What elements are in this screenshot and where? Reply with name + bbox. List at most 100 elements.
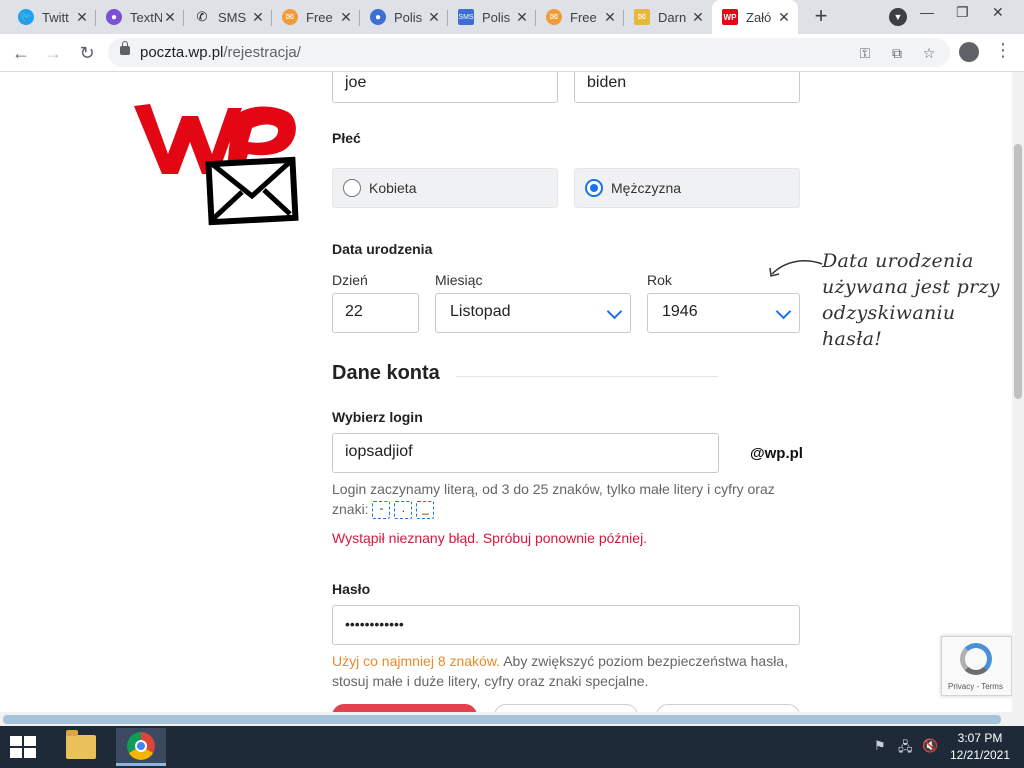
- password-hint: Użyj co najmniej 8 znaków. Aby zwiększyć…: [332, 653, 788, 689]
- taskbar: ⚑ 🖧 🔇 3:07 PM 12/21/2021: [0, 726, 1024, 768]
- close-icon[interactable]: ✕: [250, 9, 266, 25]
- flag-icon[interactable]: ⚑: [874, 738, 886, 754]
- strength-button-2[interactable]: [494, 704, 638, 712]
- vertical-scrollbar[interactable]: [1012, 72, 1024, 712]
- day-input[interactable]: 22: [332, 293, 419, 333]
- phone-icon: ✆: [196, 9, 208, 24]
- back-icon[interactable]: ←: [10, 42, 32, 64]
- envelope-icon: ✉: [634, 9, 650, 25]
- profile-avatar-icon[interactable]: [959, 42, 979, 62]
- chrome-icon[interactable]: [116, 728, 166, 766]
- login-domain: @wp.pl: [750, 445, 803, 462]
- tab-free-1[interactable]: ✉ Free ✕: [272, 2, 360, 32]
- strength-button-1[interactable]: [332, 704, 477, 712]
- tab-strip: 🐦 Twitt ✕ ● TextN ✕ ✆ SMS ✕ ✉ Free ✕ ● P…: [0, 0, 1024, 34]
- mail-icon: ✉: [546, 9, 562, 25]
- close-icon[interactable]: ✕: [162, 9, 178, 25]
- close-icon[interactable]: ✕: [776, 9, 792, 25]
- birth-date-label: Data urodzenia: [332, 241, 433, 257]
- new-tab-button[interactable]: +: [810, 5, 832, 28]
- url-text: poczta.wp.pl/rejestracja/: [140, 44, 301, 61]
- lock-icon: [120, 41, 130, 55]
- window-close-icon[interactable]: ✕: [992, 4, 1004, 21]
- forward-icon[interactable]: →: [42, 42, 64, 64]
- login-hint: Login zaczynamy literą, od 3 do 25 znakó…: [332, 479, 775, 520]
- wp-icon: WP: [722, 9, 738, 25]
- file-explorer-icon[interactable]: [56, 728, 106, 766]
- tab-label: Załó: [746, 9, 772, 25]
- horizontal-scrollbar[interactable]: [0, 712, 1024, 726]
- menu-dots-icon[interactable]: ⋮: [994, 40, 1012, 61]
- tab-label: Twitt: [42, 9, 69, 25]
- gender-label: Płeć: [332, 130, 361, 146]
- clock[interactable]: 3:07 PM 12/21/2021: [940, 730, 1020, 764]
- char-chip-dash: -: [372, 501, 391, 520]
- strength-button-3[interactable]: [656, 704, 800, 712]
- twitter-icon: 🐦: [18, 9, 34, 25]
- tab-search-icon[interactable]: ▼: [889, 8, 907, 26]
- tab-polis-1[interactable]: ● Polis ✕: [360, 2, 448, 32]
- tab-label: Polis: [482, 9, 511, 25]
- first-name-input[interactable]: joe: [332, 72, 558, 103]
- volume-muted-icon[interactable]: 🔇: [922, 738, 938, 754]
- tab-wp-register[interactable]: WP Załó ✕: [712, 0, 798, 34]
- page-content: joe biden Płeć Kobieta Mężczyzna Data ur…: [0, 72, 1012, 712]
- char-chip-dot: .: [394, 501, 413, 520]
- key-icon[interactable]: ⚿: [856, 44, 874, 62]
- login-label: Wybierz login: [332, 409, 423, 425]
- close-icon[interactable]: ✕: [690, 9, 706, 25]
- tab-darn[interactable]: ✉ Darn ✕: [624, 2, 712, 32]
- tab-label: Polis: [394, 9, 423, 25]
- hscrollbar-thumb[interactable]: [3, 715, 1001, 724]
- recaptcha-badge[interactable]: Privacy - Terms: [941, 636, 1012, 696]
- chat-icon: ●: [370, 9, 386, 25]
- tab-label: Darn: [658, 9, 687, 25]
- radio-selected-icon[interactable]: [585, 179, 603, 197]
- mail-icon: ✉: [282, 9, 298, 25]
- translate-icon[interactable]: ⧉: [888, 44, 906, 62]
- clock-date: 12/21/2021: [949, 748, 1011, 762]
- year-select[interactable]: 1946: [647, 293, 800, 333]
- section-title: Dane konta: [332, 362, 440, 384]
- password-input[interactable]: ••••••••••••: [332, 605, 800, 645]
- last-name-input[interactable]: biden: [574, 72, 800, 103]
- tab-label: SMS: [218, 9, 247, 25]
- login-input[interactable]: iopsadjiof: [332, 433, 719, 473]
- clock-time: 3:07 PM: [957, 731, 1003, 745]
- reload-icon[interactable]: ↻: [76, 42, 98, 64]
- radio-icon[interactable]: [343, 179, 361, 197]
- char-chip-underscore: _: [416, 501, 435, 520]
- day-label: Dzień: [332, 272, 368, 288]
- restore-icon[interactable]: ❐: [956, 4, 969, 21]
- close-icon[interactable]: ✕: [74, 9, 90, 25]
- recaptcha-links[interactable]: Privacy - Terms: [948, 682, 1003, 691]
- scrollbar-thumb[interactable]: [1014, 144, 1022, 399]
- chevron-down-icon: [606, 303, 623, 320]
- minimize-icon[interactable]: —: [920, 4, 934, 20]
- password-label: Hasło: [332, 581, 371, 597]
- tab-polis-2[interactable]: SMS Polis ✕: [448, 2, 536, 32]
- tab-label: Free: [306, 9, 333, 25]
- close-icon[interactable]: ✕: [338, 9, 354, 25]
- gender-option-male[interactable]: Mężczyzna: [574, 168, 800, 208]
- login-error-message: Wystąpił nieznany błąd. Spróbuj ponownie…: [332, 530, 648, 546]
- network-icon[interactable]: 🖧: [898, 738, 913, 760]
- browser-toolbar: ← → ↻ poczta.wp.pl/rejestracja/ ⚿ ⧉ ☆: [0, 34, 1024, 72]
- tab-textnow[interactable]: ● TextN ✕: [96, 2, 184, 32]
- month-select[interactable]: Listopad: [435, 293, 631, 333]
- tab-free-2[interactable]: ✉ Free ✕: [536, 2, 624, 32]
- month-label: Miesiąc: [435, 272, 483, 288]
- year-select-value: 1946: [662, 303, 698, 320]
- tab-label: TextN: [130, 9, 162, 25]
- close-icon[interactable]: ✕: [514, 9, 530, 25]
- address-bar[interactable]: poczta.wp.pl/rejestracja/ ⚿ ⧉ ☆: [108, 38, 950, 67]
- windows-start-icon[interactable]: [10, 736, 38, 760]
- bookmark-star-icon[interactable]: ☆: [920, 44, 938, 62]
- recaptcha-icon: [960, 643, 992, 675]
- gender-option-female[interactable]: Kobieta: [332, 168, 558, 208]
- tab-twitter[interactable]: 🐦 Twitt ✕: [8, 2, 96, 32]
- textnow-icon: ●: [106, 9, 122, 25]
- close-icon[interactable]: ✕: [602, 9, 618, 25]
- tab-sms[interactable]: ✆ SMS ✕: [184, 2, 272, 32]
- close-icon[interactable]: ✕: [426, 9, 442, 25]
